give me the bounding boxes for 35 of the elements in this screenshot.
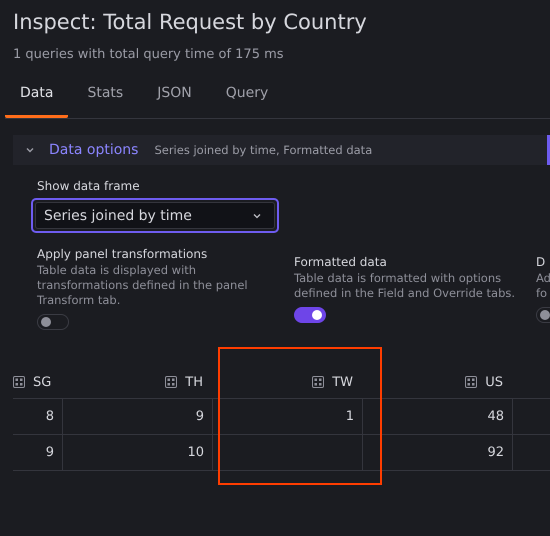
- table-icon: [465, 376, 478, 388]
- tab[interactable]: Data: [5, 84, 68, 118]
- table-cell: 92: [363, 435, 513, 471]
- table-icon: [312, 376, 324, 388]
- tab[interactable]: JSON: [142, 84, 207, 118]
- column-header[interactable]: SG: [13, 366, 63, 399]
- data-options-summary: Series joined by time, Formatted data: [154, 143, 372, 157]
- table-cell: 10: [63, 435, 213, 471]
- column-header[interactable]: US: [363, 366, 513, 399]
- option-title: Apply panel transformations: [37, 247, 208, 261]
- tab[interactable]: Stats: [72, 84, 138, 118]
- query-summary: 1 queries with total query time of 175 ms: [13, 47, 285, 62]
- table-cell: 9: [63, 399, 213, 435]
- window-title: Inspect: Total Request by Country: [13, 10, 368, 36]
- data-frame-select[interactable]: Series joined by time: [31, 198, 279, 233]
- option-description: Table data is displayed with transformations defined in the panel Transform tab.: [37, 263, 249, 308]
- option-title: Formatted data: [294, 255, 388, 269]
- table-cell: 9: [13, 435, 63, 471]
- column-header[interactable]: TW: [213, 366, 363, 399]
- table-icon: [165, 376, 178, 388]
- table-cell: 48: [363, 399, 513, 435]
- tab[interactable]: Query: [210, 84, 284, 118]
- option-title: D: [536, 255, 546, 269]
- toggle-switch[interactable]: [37, 314, 69, 330]
- table-cell: 1: [213, 399, 363, 435]
- option-description: Ad fo: [536, 271, 550, 301]
- table-icon: [13, 376, 25, 388]
- field-label: Show data frame: [37, 179, 141, 193]
- column-header[interactable]: TH: [63, 366, 213, 399]
- table-cell: 8: [13, 399, 63, 435]
- data-options-title[interactable]: Data options: [49, 142, 138, 158]
- option-description: Table data is formatted with options defined in the Field and Override tabs.: [294, 271, 516, 301]
- select-value: Series joined by time: [44, 208, 192, 224]
- chevron-icon[interactable]: [25, 145, 35, 155]
- toggle-switch[interactable]: [294, 307, 326, 323]
